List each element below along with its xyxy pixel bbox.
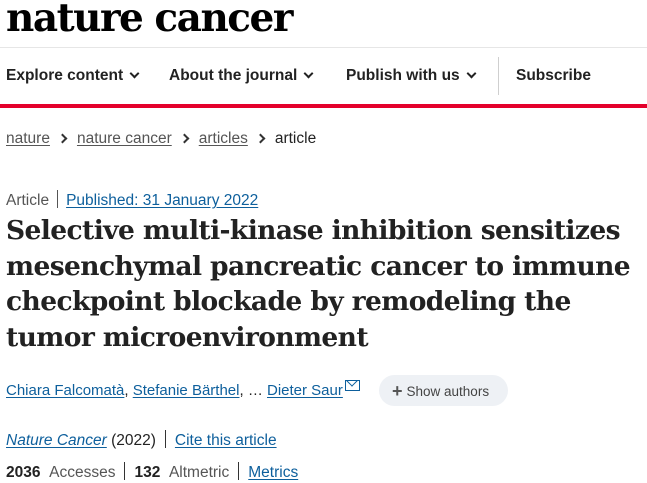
accesses-label: Accesses (49, 464, 116, 481)
nav-publish-label: Publish with us (346, 67, 460, 84)
published-date-link[interactable]: Published: 31 January 2022 (66, 192, 258, 209)
nav-explore-label: Explore content (6, 67, 124, 84)
nav-about-label: About the journal (169, 67, 298, 84)
nav-publish-with-us[interactable]: Publish with us (346, 48, 477, 104)
breadcrumb-current: article (274, 130, 317, 147)
cite-article-link[interactable]: Cite this article (175, 432, 277, 449)
nav-about-journal[interactable]: About the journal (169, 48, 314, 104)
author-link[interactable]: Dieter Saur (267, 382, 343, 399)
breadcrumb-nature[interactable]: nature (6, 130, 50, 147)
altmetric-label: Altmetric (168, 464, 230, 481)
journal-link[interactable]: Nature Cancer (6, 432, 107, 449)
author-separator: , (124, 382, 129, 399)
chevron-right-icon (57, 133, 68, 144)
breadcrumb-articles[interactable]: articles (199, 130, 248, 147)
accesses-count: 2036 (6, 464, 41, 481)
mail-icon[interactable] (344, 380, 360, 391)
citation-divider (164, 430, 166, 448)
author-ellipsis: , … (239, 382, 263, 399)
article-type: Article (6, 192, 50, 209)
breadcrumb-nature-cancer[interactable]: nature cancer (77, 130, 172, 147)
chevron-down-icon (466, 68, 477, 79)
nav-divider (498, 57, 499, 95)
article-title: Selective multi-kinase inhibition sensit… (6, 215, 631, 353)
metrics-divider (124, 462, 126, 480)
meta-divider (57, 190, 59, 208)
author-link[interactable]: Chiara Falcomatà (6, 382, 124, 399)
metrics-row: 2036 Accesses 132 Altmetric Metrics (6, 459, 298, 482)
citation-row: Nature Cancer (2022) Cite this article (6, 427, 277, 450)
show-authors-label: Show authors (406, 384, 490, 399)
publication-year: (2022) (111, 432, 156, 449)
plus-icon: + (392, 381, 403, 401)
breadcrumb: nature nature cancer articles article (6, 130, 316, 148)
header-accent-rule (0, 104, 647, 108)
nav-explore-content[interactable]: Explore content (6, 48, 140, 104)
show-authors-button[interactable]: + Show authors (379, 375, 508, 406)
site-logo[interactable]: nature cancer (6, 0, 293, 42)
subscribe-link[interactable]: Subscribe (516, 48, 591, 104)
author-list: Chiara Falcomatà, Stefanie Bärthel, … Di… (6, 380, 360, 399)
chevron-right-icon (179, 133, 190, 144)
chevron-down-icon (129, 68, 140, 79)
main-nav: Explore content About the journal Publis… (0, 48, 647, 104)
metrics-link[interactable]: Metrics (248, 464, 298, 481)
site-header: nature cancer (0, 0, 647, 48)
chevron-right-icon (255, 133, 266, 144)
metrics-divider (238, 462, 240, 480)
article-meta: Article Published: 31 January 2022 (6, 187, 258, 210)
author-link[interactable]: Stefanie Bärthel (133, 382, 240, 399)
altmetric-count: 132 (134, 464, 161, 481)
chevron-down-icon (303, 68, 314, 79)
